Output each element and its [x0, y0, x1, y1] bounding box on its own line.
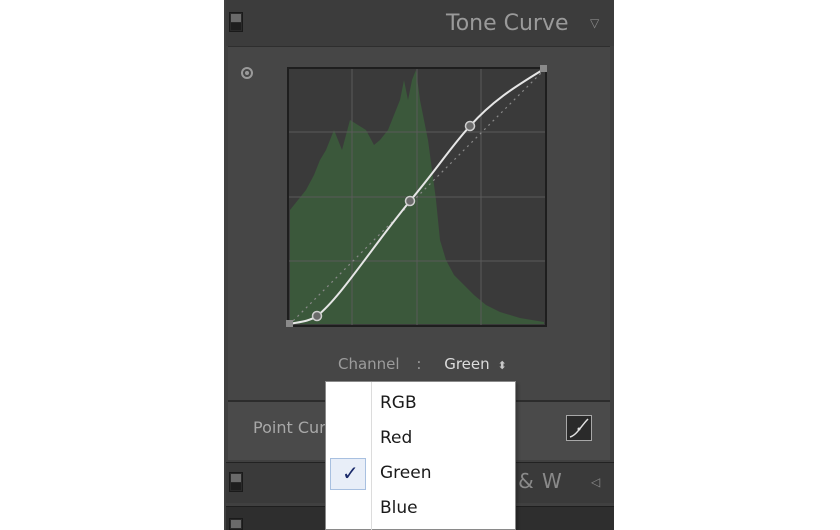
- channel-label: Channel: [338, 355, 400, 373]
- checkmark-box: ✓: [330, 458, 366, 490]
- menu-item-label: Red: [380, 428, 413, 448]
- tone-curve-graph[interactable]: [280, 60, 560, 336]
- point-curve-label: Point Curve: [253, 418, 327, 437]
- target-adjust-icon[interactable]: [241, 67, 253, 79]
- curve-endpoint-black[interactable]: [286, 320, 293, 327]
- triangle-down-icon[interactable]: ▽: [590, 16, 599, 30]
- menu-item-red[interactable]: Red: [326, 422, 515, 456]
- menu-item-label: Blue: [380, 498, 418, 518]
- channel-colon: :: [416, 355, 422, 373]
- curve-endpoint-white[interactable]: [540, 65, 547, 72]
- channel-value[interactable]: Green: [444, 355, 489, 373]
- panel-title: Tone Curve: [446, 11, 569, 36]
- channel-selector[interactable]: Channel : Green ⬍: [338, 355, 507, 373]
- menu-item-rgb[interactable]: RGB: [326, 387, 515, 421]
- menu-item-blue[interactable]: Blue: [326, 492, 515, 526]
- panel-toggle-switch[interactable]: [229, 12, 243, 32]
- menu-item-label: Green: [380, 463, 432, 483]
- checkmark-icon: ✓: [342, 461, 359, 485]
- next-panel-toggle-switch[interactable]: [229, 518, 243, 530]
- up-down-arrows-icon[interactable]: ⬍: [497, 359, 506, 372]
- curve-point-highlights[interactable]: [464, 120, 476, 132]
- curve-point-midtones[interactable]: [404, 195, 416, 207]
- menu-item-green[interactable]: ✓ Green: [326, 457, 515, 491]
- curve-edit-button[interactable]: [566, 415, 592, 441]
- triangle-left-icon[interactable]: ◁: [591, 475, 600, 489]
- bw-panel-toggle-switch[interactable]: [229, 472, 243, 492]
- curve-point-shadows[interactable]: [311, 310, 323, 322]
- curve-edit-icon: [569, 418, 589, 438]
- lightroom-develop-panel: Tone Curve ▽ Channel : Green ⬍ Point Cur…: [0, 0, 840, 530]
- menu-item-label: RGB: [380, 393, 417, 413]
